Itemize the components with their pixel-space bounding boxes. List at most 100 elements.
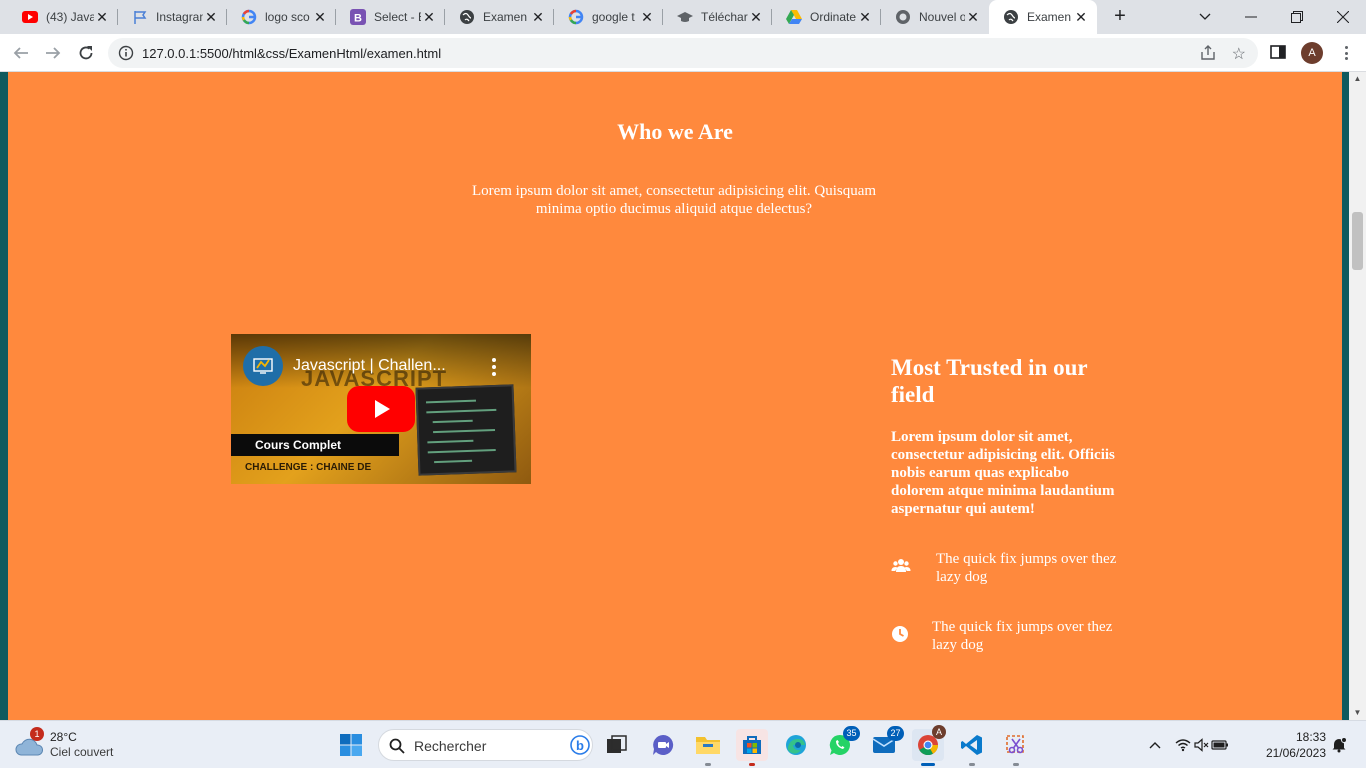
close-icon (1337, 11, 1349, 23)
teams-chat-button[interactable] (647, 729, 679, 761)
tab-logo-sco[interactable]: logo sco ✕ (227, 0, 336, 34)
windows-logo-icon (340, 734, 362, 756)
close-window-button[interactable] (1320, 0, 1366, 34)
share-icon[interactable] (1200, 45, 1216, 61)
file-explorer-button[interactable] (692, 729, 724, 766)
tab-select[interactable]: B Select - E ✕ (336, 0, 445, 34)
network-volume-battery-button[interactable] (1174, 729, 1230, 761)
vscode-icon (961, 735, 982, 755)
start-button[interactable] (335, 729, 367, 761)
tab-title: Ordinate (810, 10, 857, 24)
tab-ordinate[interactable]: Ordinate ✕ (772, 0, 881, 34)
close-tab-icon[interactable]: ✕ (94, 9, 110, 25)
feature-text: The quick fix jumps over thez lazy dog (932, 619, 1113, 653)
close-tab-icon[interactable]: ✕ (1073, 9, 1089, 25)
tab-title: (43) Java (46, 10, 94, 24)
tab-examen-active[interactable]: Examen ✕ (989, 0, 1097, 34)
search-placeholder: Rechercher (414, 738, 487, 754)
browser-toolbar: 127.0.0.1:5500/html&css/ExamenHtml/exame… (0, 34, 1366, 72)
feature-item: The quick fix jumps over thez lazy dog (891, 550, 1131, 590)
youtube-embed[interactable]: JAVASCRIPT Cours Complet CHALLENGE : CHA… (231, 334, 531, 484)
notification-center-button[interactable] (1329, 729, 1349, 761)
close-tab-icon[interactable]: ✕ (421, 9, 437, 25)
scroll-down-arrow-icon[interactable]: ▼ (1349, 706, 1366, 720)
close-tab-icon[interactable]: ✕ (312, 9, 328, 25)
new-tab-button[interactable]: + (1108, 5, 1132, 29)
tab-nouvel[interactable]: Nouvel o ✕ (881, 0, 989, 34)
users-icon (891, 559, 911, 572)
tab-strip: (43) Java ✕ Instagram ✕ logo sco ✕ B Sel… (0, 0, 1366, 34)
whatsapp-button[interactable]: 35 (824, 726, 860, 761)
restore-button[interactable] (1274, 0, 1320, 34)
chevron-up-icon (1149, 742, 1161, 749)
tab-telechar[interactable]: Téléchar ✕ (663, 0, 772, 34)
bing-icon[interactable]: b (570, 735, 590, 755)
profile-avatar[interactable]: A (1301, 42, 1323, 64)
clock-date: 21/06/2023 (1265, 746, 1326, 760)
search-icon (389, 738, 405, 754)
site-info-icon[interactable] (118, 45, 134, 61)
weather-condition: Ciel couvert (50, 745, 114, 759)
close-tab-icon[interactable]: ✕ (530, 9, 546, 25)
reload-icon (79, 46, 93, 60)
back-button[interactable] (7, 39, 35, 67)
reload-button[interactable] (72, 39, 100, 67)
show-hidden-icons-button[interactable] (1142, 729, 1168, 761)
who-we-are-text: Lorem ipsum dolor sit amet, consectetur … (471, 183, 877, 217)
microsoft-store-button[interactable] (736, 729, 768, 766)
bookmark-star-icon[interactable]: ☆ (1232, 44, 1246, 64)
scrollbar-thumb[interactable] (1352, 212, 1363, 270)
svg-text:b: b (576, 738, 584, 753)
notification-icon (1332, 737, 1347, 753)
tab-title: Nouvel o (919, 10, 965, 24)
whatsapp-badge: 35 (843, 726, 860, 741)
tab-search-button[interactable] (1182, 0, 1228, 34)
snipping-tool-icon (1006, 735, 1024, 754)
bootstrap-icon: B (350, 9, 366, 25)
play-button[interactable] (347, 386, 415, 432)
google-icon (241, 9, 257, 25)
graduation-cap-icon (677, 9, 693, 25)
forward-button[interactable] (39, 39, 67, 67)
task-view-icon (607, 735, 627, 753)
side-panel-icon[interactable] (1270, 44, 1286, 60)
feature-text: The quick fix jumps over thez lazy dog (936, 551, 1117, 585)
weather-widget[interactable]: 1 28°C Ciel couvert (14, 727, 134, 763)
feature-item: The quick fix jumps over thez lazy dog (891, 618, 1131, 658)
channel-logo[interactable] (243, 346, 283, 386)
tab-google-t[interactable]: google t ✕ (554, 0, 663, 34)
video-title[interactable]: Javascript | Challen... (293, 357, 446, 375)
snipping-tool-button[interactable] (1000, 729, 1032, 766)
scroll-up-arrow-icon[interactable]: ▲ (1349, 72, 1366, 86)
edge-button[interactable] (780, 729, 812, 761)
tab-instagram[interactable]: Instagram ✕ (118, 0, 227, 34)
github-icon (895, 9, 911, 25)
address-bar[interactable]: 127.0.0.1:5500/html&css/ExamenHtml/exame… (108, 38, 1258, 68)
weather-alert-badge: 1 (30, 727, 44, 741)
who-we-are-heading: Who we Are (617, 119, 733, 144)
taskbar-search[interactable]: Rechercher b (378, 729, 593, 761)
close-tab-icon[interactable]: ✕ (857, 9, 873, 25)
arrow-left-icon (13, 47, 28, 59)
minimize-button[interactable] (1228, 0, 1274, 34)
browser-menu-icon[interactable] (1336, 43, 1356, 63)
url-text[interactable]: 127.0.0.1:5500/html&css/ExamenHtml/exame… (142, 46, 441, 61)
tab-youtube[interactable]: (43) Java ✕ (8, 0, 118, 34)
task-view-button[interactable] (601, 729, 633, 761)
tab-examen-1[interactable]: Examen ✕ (445, 0, 554, 34)
folder-icon (696, 737, 720, 754)
clock-icon (892, 626, 908, 642)
chrome-button[interactable]: A (912, 725, 946, 766)
most-trusted-text: Lorem ipsum dolor sit amet, consectetur … (891, 429, 1115, 517)
mail-button[interactable]: 27 (868, 726, 904, 761)
tab-title: Select - E (374, 10, 421, 24)
video-more-icon[interactable] (489, 358, 499, 376)
close-tab-icon[interactable]: ✕ (639, 9, 655, 25)
close-tab-icon[interactable]: ✕ (748, 9, 764, 25)
close-tab-icon[interactable]: ✕ (203, 9, 219, 25)
taskbar-clock[interactable]: 18:33 21/06/2023 (1254, 729, 1326, 761)
page-content: Who we Are Lorem ipsum dolor sit amet, c… (8, 72, 1342, 720)
close-tab-icon[interactable]: ✕ (965, 9, 981, 25)
page-scrollbar[interactable]: ▲ ▼ (1349, 72, 1366, 720)
vscode-button[interactable] (956, 729, 988, 766)
